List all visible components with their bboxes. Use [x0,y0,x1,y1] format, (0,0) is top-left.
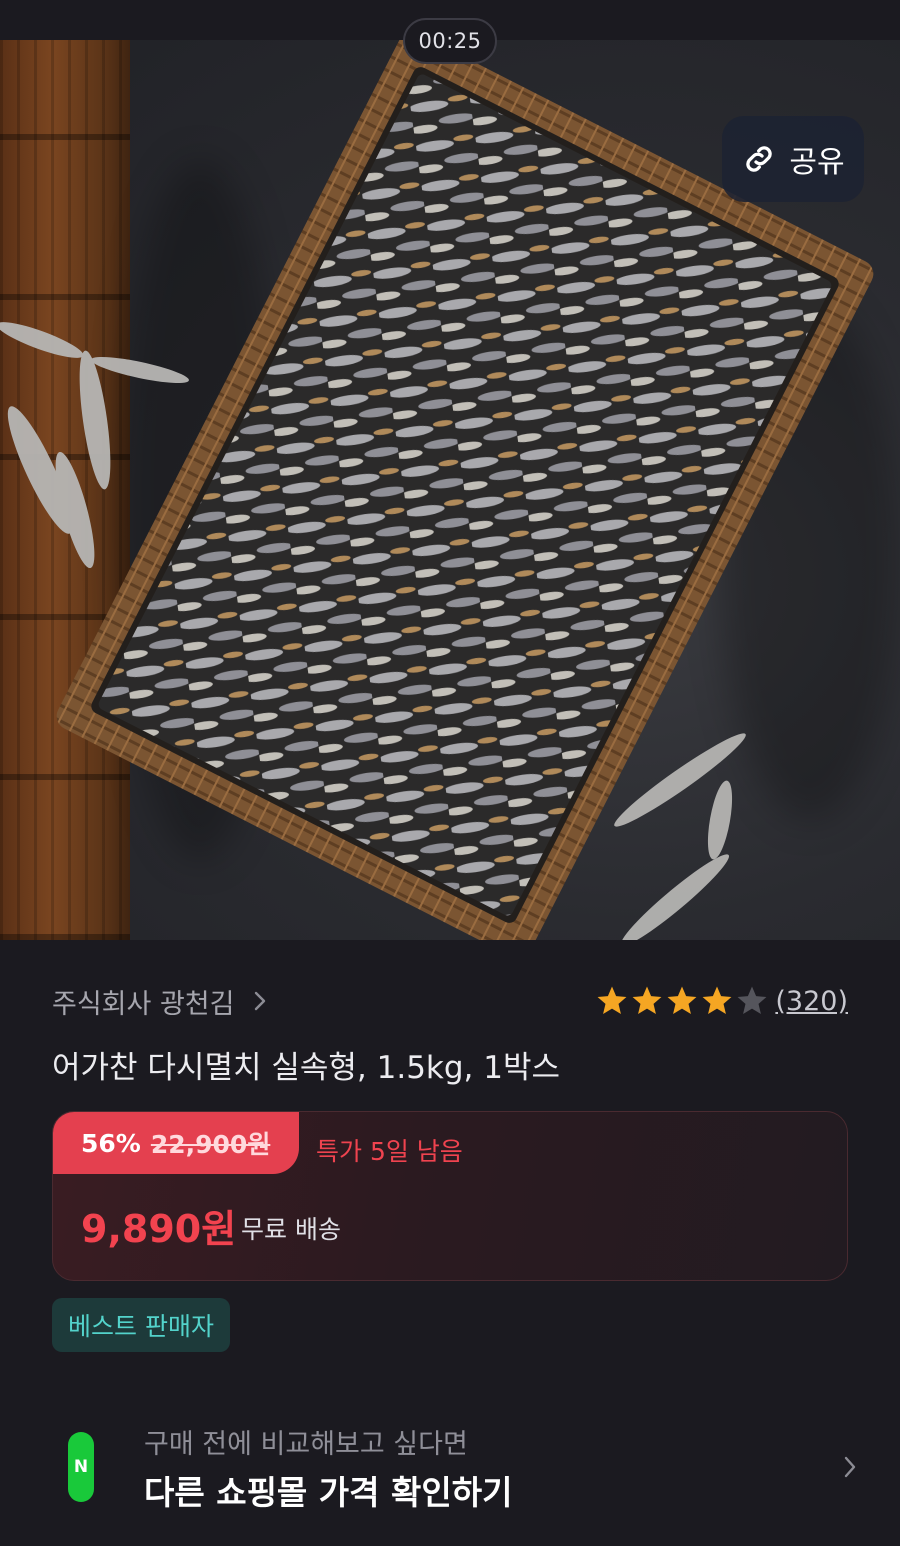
chevron-right-icon [255,991,266,1011]
compare-subtitle: 구매 전에 비교해보고 싶다면 [144,1429,468,1460]
review-count[interactable]: (320) [775,986,848,1017]
seller-name: 주식회사 광천김 [52,988,235,1020]
share-label: 공유 [789,145,845,180]
seller-rating-row: 주식회사 광천김 (320) [52,980,848,1022]
star-filled-icon [667,986,697,1015]
discount-tag: 56% 22,900원 [53,1112,299,1174]
link-icon [746,146,773,172]
sale-price: 9,890원 [81,1207,237,1251]
best-seller-badge: 베스트 판매자 [52,1298,230,1352]
price-box: 56% 22,900원 특가 5일 남음 9,890원 무료 배송 [52,1111,848,1281]
shipping-info: 무료 배송 [241,1215,341,1244]
compare-title: 다른 쇼핑몰 가격 확인하기 [144,1473,513,1512]
star-rating [595,984,769,1018]
product-page: 00:25 공유 주식회사 광천김 (320) 어가찬 다시멸치 실속형, 1.… [0,0,900,1546]
naver-logo-icon: N [68,1432,94,1502]
share-button[interactable]: 공유 [722,116,864,202]
rating[interactable]: (320) [595,984,848,1018]
product-title: 어가찬 다시멸치 실속형, 1.5kg, 1박스 [52,1050,561,1086]
product-image[interactable]: 공유 [0,40,900,940]
chevron-right-icon [844,1456,856,1478]
recording-timer: 00:25 [403,18,497,64]
star-empty-icon [737,986,767,1015]
star-filled-icon [597,986,627,1015]
deal-remaining: 특가 5일 남음 [316,1137,463,1166]
star-filled-icon [702,986,732,1015]
compare-prices-link[interactable]: N 구매 전에 비교해보고 싶다면 다른 쇼핑몰 가격 확인하기 [52,1418,862,1518]
seller-link[interactable]: 주식회사 광천김 [52,982,268,1021]
star-filled-icon [632,986,662,1015]
original-price: 22,900원 [150,1130,271,1159]
discount-percent: 56% [81,1128,141,1158]
